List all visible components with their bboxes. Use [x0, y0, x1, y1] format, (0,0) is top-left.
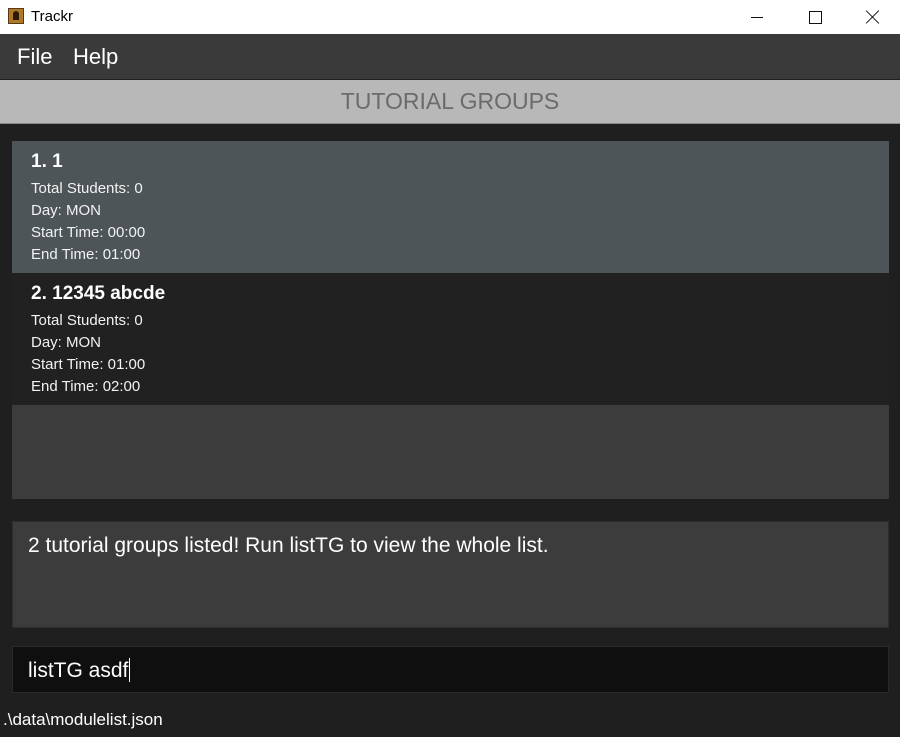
- minimize-button[interactable]: [728, 0, 786, 34]
- start-time: Start Time: 01:00: [31, 356, 146, 373]
- tutorial-group-title: 2. 12345 abcde: [31, 283, 166, 304]
- command-input[interactable]: listTG asdf: [12, 646, 889, 693]
- close-icon: [866, 10, 880, 24]
- menu-file[interactable]: File: [17, 44, 52, 70]
- title-bar: Trackr: [0, 0, 900, 34]
- tutorial-group-card-2[interactable]: 2. 12345 abcde Total Students: 0 Day: MO…: [12, 273, 889, 405]
- result-display: 2 tutorial groups listed! Run listTG to …: [12, 521, 889, 628]
- maximize-button[interactable]: [786, 0, 844, 34]
- app-icon: [8, 8, 24, 24]
- menu-bar: File Help: [0, 34, 900, 79]
- tutorial-group-list[interactable]: 1. 1 Total Students: 0 Day: MON Start Ti…: [12, 141, 889, 499]
- command-text: listTG asdf: [28, 659, 129, 682]
- window-title: Trackr: [31, 8, 73, 25]
- total-students: Total Students: 0: [31, 312, 143, 329]
- day: Day: MON: [31, 334, 102, 351]
- status-bar-path: .\data\modulelist.json: [3, 710, 163, 729]
- end-time: End Time: 02:00: [31, 378, 141, 395]
- maximize-icon: [808, 10, 822, 24]
- start-time: Start Time: 00:00: [31, 224, 146, 241]
- minimize-icon: [751, 16, 763, 18]
- result-text: 2 tutorial groups listed! Run listTG to …: [28, 534, 549, 557]
- tutorial-group-title: 1. 1: [31, 151, 63, 172]
- end-time: End Time: 01:00: [31, 246, 141, 263]
- text-caret: [129, 658, 131, 682]
- day: Day: MON: [31, 202, 102, 219]
- menu-help[interactable]: Help: [73, 44, 118, 70]
- tutorial-group-card-1[interactable]: 1. 1 Total Students: 0 Day: MON Start Ti…: [12, 141, 889, 273]
- total-students: Total Students: 0: [31, 180, 143, 197]
- page-title: TUTORIAL GROUPS: [0, 80, 900, 124]
- close-button[interactable]: [844, 0, 900, 34]
